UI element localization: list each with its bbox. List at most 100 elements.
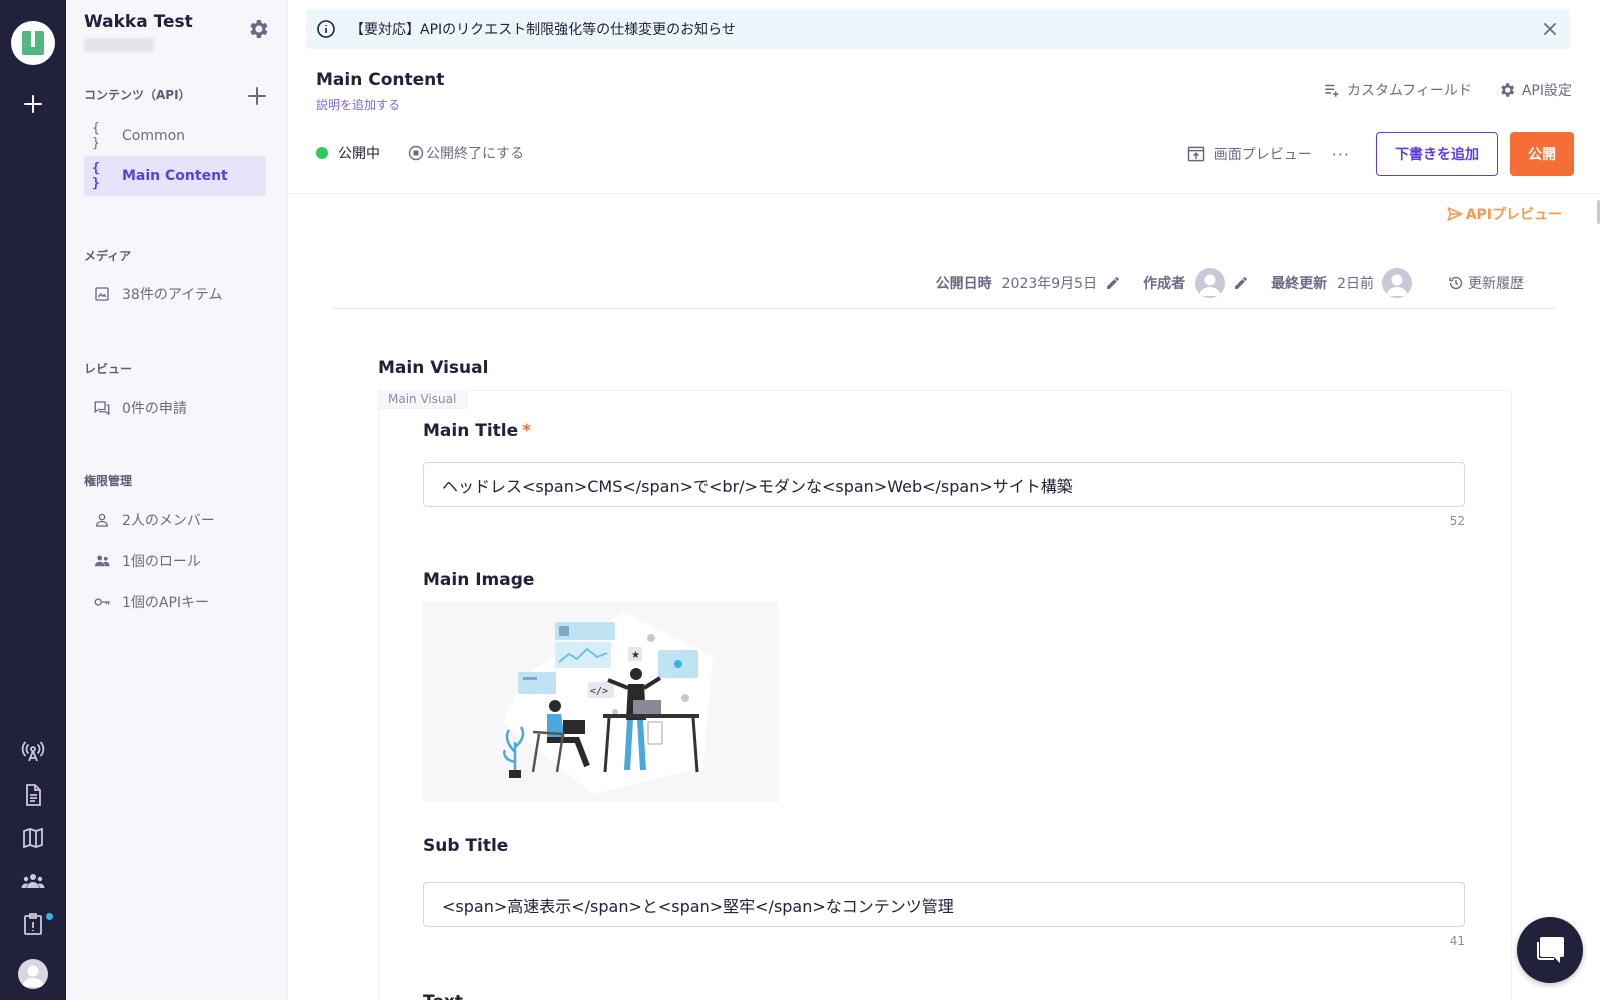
author-avatar <box>1195 268 1226 298</box>
section-review: レビュー <box>84 362 133 376</box>
sidebar-item-label: 38件のアイテム <box>122 287 223 303</box>
updater-avatar <box>1382 268 1412 298</box>
gear-icon <box>1501 83 1514 97</box>
add-description-link[interactable]: 説明を追加する <box>316 96 400 113</box>
section-permissions: 権限管理 <box>84 474 133 488</box>
sidebar: Wakka Test コンテンツ（API） { } Common { } Mai… <box>66 0 288 1000</box>
status-row: 公開中 公開終了にする <box>316 143 524 163</box>
page-title: Main Content <box>316 70 445 90</box>
sidebar-item-label: 1個のロール <box>122 554 201 570</box>
support-chat-button[interactable] <box>1517 917 1583 983</box>
action-bar: 画面プレビュー ··· 下書きを追加 公開 <box>1186 132 1574 176</box>
sidebar-item-media[interactable]: 38件のアイテム <box>84 274 266 314</box>
api-preview-link[interactable]: APIプレビュー <box>1446 204 1562 224</box>
key-icon <box>92 592 112 612</box>
last-updated-label: 最終更新 <box>1271 276 1328 292</box>
main-title-label: Main Title * <box>423 421 531 441</box>
sidebar-item-label: 2人のメンバー <box>122 513 215 529</box>
custom-field-label: カスタムフィールド <box>1346 83 1472 99</box>
sidebar-item-label: Common <box>122 128 186 144</box>
person-icon <box>92 510 112 530</box>
publish-date-label: 公開日時 <box>935 276 992 292</box>
sub-title-label: Sub Title <box>423 836 509 856</box>
chat-icon <box>92 398 112 418</box>
edit-publish-date-pencil-icon[interactable] <box>1105 275 1121 291</box>
project-name[interactable]: Wakka Test <box>84 12 193 32</box>
sidebar-item-common[interactable]: { } Common <box>84 116 266 156</box>
more-menu-icon[interactable]: ··· <box>1332 145 1350 164</box>
group-title: Main Visual <box>378 358 489 378</box>
sub-title-char-count: 41 <box>1449 934 1465 948</box>
preview-window-icon <box>1187 146 1204 162</box>
feedback-icon[interactable] <box>21 912 45 936</box>
publish-date-value: 2023年9月5日 <box>1001 276 1098 292</box>
illustration-image: ★ </> <box>423 602 779 802</box>
sidebar-item-main-content[interactable]: { } Main Content <box>84 156 266 196</box>
add-project-icon[interactable] <box>22 93 44 115</box>
unpublish-label: 公開終了にする <box>426 146 525 162</box>
antenna-icon[interactable] <box>21 739 45 763</box>
team-icon[interactable] <box>21 869 45 893</box>
api-preview-label: APIプレビュー <box>1465 207 1562 223</box>
image-icon <box>92 284 112 304</box>
sidebar-item-api-keys[interactable]: 1個のAPIキー <box>84 582 266 622</box>
close-icon[interactable] <box>1540 19 1560 39</box>
screen-preview-label: 画面プレビュー <box>1213 147 1312 163</box>
braces-icon: { } <box>92 121 100 151</box>
list-add-icon <box>1325 84 1339 97</box>
chat-bubble-icon <box>1537 937 1564 963</box>
info-icon <box>317 20 335 38</box>
main-image-preview[interactable]: ★ </> <box>423 602 779 802</box>
sidebar-item-roles[interactable]: 1個のロール <box>84 541 266 581</box>
last-updated-value: 2日前 <box>1337 276 1374 292</box>
group-tag: Main Visual <box>378 390 468 409</box>
project-settings-gear-icon[interactable] <box>246 17 270 41</box>
author-label: 作成者 <box>1143 276 1186 292</box>
sidebar-item-review[interactable]: 0件の申請 <box>84 388 266 428</box>
header-divider <box>288 193 1600 194</box>
sidebar-item-members[interactable]: 2人のメンバー <box>84 500 266 540</box>
section-media: メディア <box>84 249 132 263</box>
unpublish-button[interactable]: 公開終了にする <box>408 143 524 163</box>
send-icon <box>1447 207 1463 221</box>
project-logo[interactable] <box>11 21 55 65</box>
notice-banner[interactable]: 【要対応】APIのリクエスト制限強化等の仕様変更のお知らせ <box>306 9 1570 49</box>
add-draft-button[interactable]: 下書きを追加 <box>1376 132 1498 176</box>
people-icon <box>92 551 112 571</box>
map-icon[interactable] <box>21 826 45 850</box>
sidebar-item-label: 1個のAPIキー <box>122 595 210 611</box>
edit-author-pencil-icon[interactable] <box>1233 275 1249 291</box>
sidebar-item-label: 0件の申請 <box>122 401 187 417</box>
history-link[interactable]: 更新履歴 <box>1448 273 1524 293</box>
app-rail <box>0 0 66 1000</box>
custom-field-link[interactable]: カスタムフィールド <box>1323 80 1472 100</box>
user-avatar[interactable] <box>18 959 48 989</box>
main-title-char-count: 52 <box>1449 514 1465 528</box>
history-label: 更新履歴 <box>1468 276 1524 292</box>
screen-preview-button[interactable]: 画面プレビュー <box>1186 144 1312 164</box>
publish-button[interactable]: 公開 <box>1510 132 1574 176</box>
history-icon <box>1449 276 1463 290</box>
required-mark: * <box>522 421 532 441</box>
text-field-label: Text <box>423 992 463 1000</box>
api-settings-link[interactable]: API設定 <box>1498 80 1572 100</box>
notification-dot <box>46 913 53 920</box>
add-api-icon[interactable] <box>246 85 268 107</box>
stop-circle-icon <box>408 145 424 161</box>
svg-text:</>: </> <box>590 686 608 697</box>
main-title-label-text: Main Title <box>423 421 519 441</box>
document-icon[interactable] <box>21 783 45 807</box>
section-contents: コンテンツ（API） <box>84 88 191 102</box>
braces-icon: { } <box>92 161 100 191</box>
svg-text:★: ★ <box>631 650 640 661</box>
main-title-input[interactable] <box>423 462 1465 507</box>
main-image-label: Main Image <box>423 570 535 590</box>
notice-text[interactable]: 【要対応】APIのリクエスト制限強化等の仕様変更のお知らせ <box>350 19 736 39</box>
main-area: 【要対応】APIのリクエスト制限強化等の仕様変更のお知らせ Main Conte… <box>288 0 1600 1000</box>
sub-title-input[interactable] <box>423 882 1465 927</box>
status-text: 公開中 <box>338 146 380 162</box>
header-links: カスタムフィールド API設定 <box>1323 80 1572 100</box>
sidebar-item-label: Main Content <box>122 168 228 184</box>
api-settings-label: API設定 <box>1521 83 1572 99</box>
meta-row: 公開日時 2023年9月5日 作成者 最終更新 2日前 更新履歴 <box>936 268 1524 298</box>
